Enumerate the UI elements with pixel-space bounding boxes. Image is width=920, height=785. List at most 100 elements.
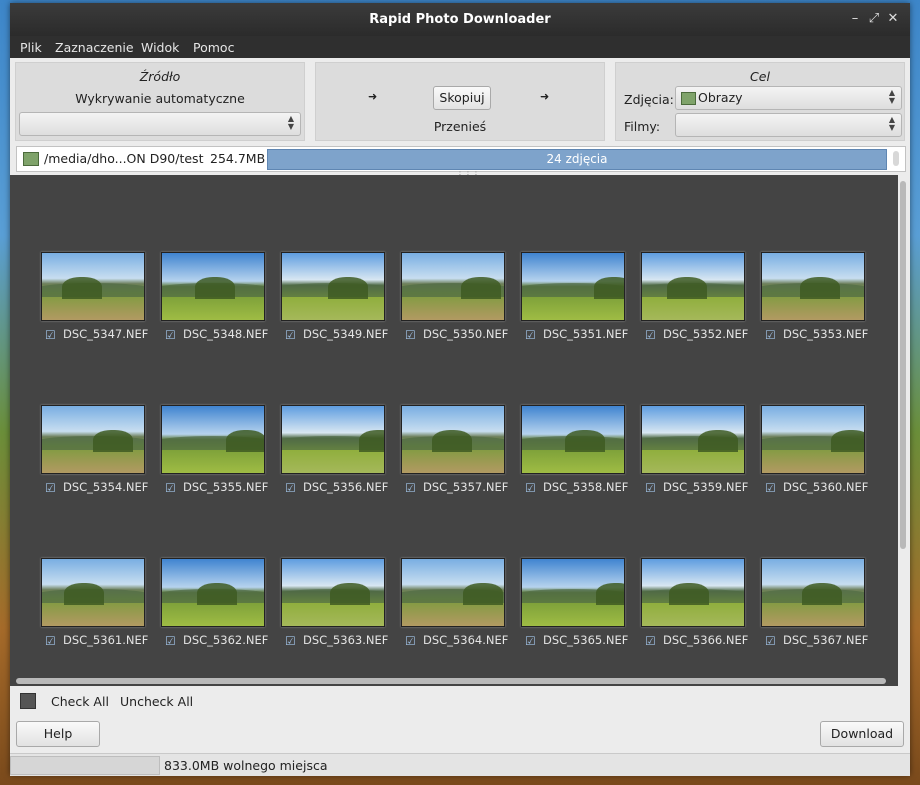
checkbox-checked-icon[interactable]: ☑ xyxy=(285,482,297,494)
download-progress-bar: 24 zdjęcia xyxy=(267,149,887,170)
thumbnail-image[interactable] xyxy=(761,252,865,321)
copy-button[interactable]: Skopiuj xyxy=(433,86,491,110)
checkbox-checked-icon[interactable]: ☑ xyxy=(405,329,417,341)
thumbnail-image[interactable] xyxy=(401,405,505,474)
thumbnail-image[interactable] xyxy=(41,558,145,627)
checkbox-checked-icon[interactable]: ☑ xyxy=(285,635,297,647)
arrow-right-icon: ➜ xyxy=(368,90,378,103)
folder-icon xyxy=(23,152,39,166)
thumbnail-trees xyxy=(328,277,368,299)
thumbnail-image[interactable] xyxy=(521,558,625,627)
thumbnail-image[interactable] xyxy=(641,405,745,474)
scroll-handle[interactable] xyxy=(893,151,899,166)
horizontal-scrollbar[interactable] xyxy=(16,678,886,684)
destination-panel: Cel Zdjęcia: Obrazy ▲ ▼ Filmy: ▲ ▼ xyxy=(615,62,905,141)
thumbnail-filename: DSC_5367.NEF xyxy=(783,633,869,647)
device-path: /media/dho...ON D90/test xyxy=(44,151,204,166)
thumbnail-trees xyxy=(197,583,237,605)
uncheck-all-link[interactable]: Uncheck All xyxy=(120,694,193,709)
thumbnail-filename: DSC_5353.NEF xyxy=(783,327,869,341)
move-label[interactable]: Przenieś xyxy=(316,119,604,134)
thumbnail-trees xyxy=(594,277,624,299)
source-combo[interactable]: ▲ ▼ xyxy=(19,112,301,136)
checkbox-checked-icon[interactable]: ☑ xyxy=(645,635,657,647)
checkbox-checked-icon[interactable]: ☑ xyxy=(45,329,57,341)
checkbox-checked-icon[interactable]: ☑ xyxy=(165,635,177,647)
device-size: 254.7MB xyxy=(210,151,266,166)
menu-plik[interactable]: Plik xyxy=(20,40,42,55)
status-bar: 833.0MB wolnego miejsca xyxy=(10,753,910,776)
check-all-toggle[interactable] xyxy=(20,693,36,709)
checkbox-checked-icon[interactable]: ☑ xyxy=(45,635,57,647)
spin-arrows-icon: ▲ ▼ xyxy=(888,115,895,132)
thumbnail-image[interactable] xyxy=(161,558,265,627)
thumbnail-image[interactable] xyxy=(161,405,265,474)
checkbox-checked-icon[interactable]: ☑ xyxy=(765,329,777,341)
menu-widok[interactable]: Widok xyxy=(141,40,179,55)
vertical-scrollbar[interactable] xyxy=(900,181,906,549)
thumbnail-trees xyxy=(669,583,709,605)
thumbnail-trees xyxy=(802,583,842,605)
menubar: Plik Zaznaczenie Widok Pomoc xyxy=(10,36,910,58)
thumbnail-image[interactable] xyxy=(761,405,865,474)
checkbox-checked-icon[interactable]: ☑ xyxy=(765,482,777,494)
checkbox-checked-icon[interactable]: ☑ xyxy=(285,329,297,341)
minimize-icon[interactable]: – xyxy=(848,12,862,26)
thumbnail-image[interactable] xyxy=(521,252,625,321)
videos-destination-combo[interactable]: ▲ ▼ xyxy=(675,113,902,137)
thumbnail-trees xyxy=(800,277,840,299)
help-button[interactable]: Help xyxy=(16,721,100,747)
checkbox-checked-icon[interactable]: ☑ xyxy=(405,635,417,647)
thumbnail-image[interactable] xyxy=(401,558,505,627)
thumbnail-trees xyxy=(667,277,707,299)
titlebar[interactable]: Rapid Photo Downloader – ⤢ ✕ xyxy=(10,3,910,36)
free-space-label: 833.0MB wolnego miejsca xyxy=(164,758,328,773)
videos-label: Filmy: xyxy=(624,119,661,134)
thumbnail-image[interactable] xyxy=(41,405,145,474)
checkbox-checked-icon[interactable]: ☑ xyxy=(645,482,657,494)
thumbnail-image[interactable] xyxy=(41,252,145,321)
source-mode-label: Wykrywanie automatyczne xyxy=(75,91,245,106)
thumbnail-trees xyxy=(461,277,501,299)
thumbnail-image[interactable] xyxy=(281,405,385,474)
checkbox-checked-icon[interactable]: ☑ xyxy=(165,482,177,494)
checkbox-checked-icon[interactable]: ☑ xyxy=(525,329,537,341)
download-button[interactable]: Download xyxy=(820,721,904,747)
checkbox-checked-icon[interactable]: ☑ xyxy=(645,329,657,341)
photos-destination-combo[interactable]: Obrazy ▲ ▼ xyxy=(675,86,902,110)
thumbnail-trees xyxy=(359,430,384,452)
thumbnail-image[interactable] xyxy=(281,252,385,321)
check-all-link[interactable]: Check All xyxy=(51,694,109,709)
checkbox-checked-icon[interactable]: ☑ xyxy=(165,329,177,341)
maximize-icon[interactable]: ⤢ xyxy=(867,12,881,26)
thumbnail-filename: DSC_5360.NEF xyxy=(783,480,869,494)
thumbnail-image[interactable] xyxy=(281,558,385,627)
thumbnail-trees xyxy=(698,430,738,452)
menu-zaznaczenie[interactable]: Zaznaczenie xyxy=(55,40,134,55)
thumbnail-image[interactable] xyxy=(761,558,865,627)
checkbox-checked-icon[interactable]: ☑ xyxy=(765,635,777,647)
thumbnail-image[interactable] xyxy=(161,252,265,321)
checkbox-checked-icon[interactable]: ☑ xyxy=(405,482,417,494)
checkbox-checked-icon[interactable]: ☑ xyxy=(45,482,57,494)
spin-arrows-icon: ▲ ▼ xyxy=(287,114,294,131)
thumbnail-image[interactable] xyxy=(521,405,625,474)
photos-destination-value: Obrazy xyxy=(698,90,743,105)
thumbnail-trees xyxy=(596,583,624,605)
source-panel: Źródło Wykrywanie automatyczne ▲ ▼ xyxy=(15,62,305,141)
thumbnail-trees xyxy=(831,430,864,452)
thumbnail-trees xyxy=(565,430,605,452)
app-window: Rapid Photo Downloader – ⤢ ✕ Plik Zaznac… xyxy=(10,3,910,776)
thumbnail-image[interactable] xyxy=(401,252,505,321)
thumbnail-image[interactable] xyxy=(641,558,745,627)
thumbnail-trees xyxy=(62,277,102,299)
close-icon[interactable]: ✕ xyxy=(886,12,900,26)
transfer-panel: ➜ Skopiuj ➜ Przenieś xyxy=(315,62,605,141)
thumbnail-image[interactable] xyxy=(641,252,745,321)
menu-pomoc[interactable]: Pomoc xyxy=(193,40,234,55)
thumbnail-trees xyxy=(226,430,264,452)
checkbox-checked-icon[interactable]: ☑ xyxy=(525,635,537,647)
thumbnail-trees xyxy=(195,277,235,299)
window-title: Rapid Photo Downloader xyxy=(369,12,551,27)
checkbox-checked-icon[interactable]: ☑ xyxy=(525,482,537,494)
